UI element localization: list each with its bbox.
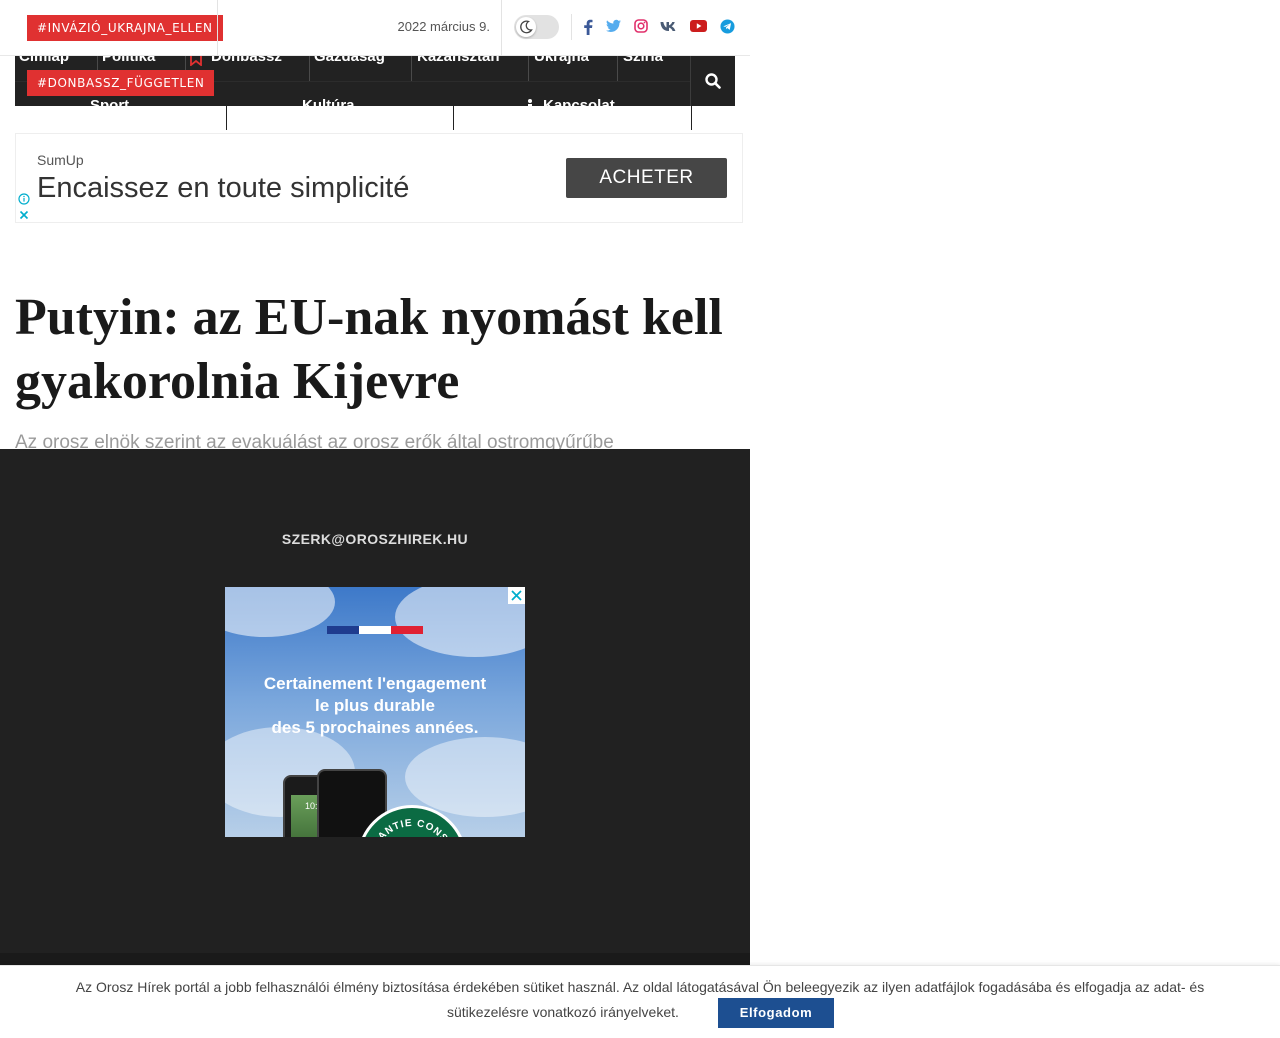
cookie-message: Az Orosz Hírek portál a jobb felhasználó… <box>75 979 1205 995</box>
vk-icon[interactable] <box>660 19 676 35</box>
ad-cloud <box>225 587 335 637</box>
french-flag <box>327 621 423 634</box>
ad-copy-line: Certainement l'engagement <box>263 674 487 693</box>
nav-divider <box>309 56 310 81</box>
ad-brand: SumUp <box>37 152 84 168</box>
ad-headline: Encaissez en toute simplicité <box>37 172 410 204</box>
trending-tag[interactable]: #invázió_ukrajna_ellen <box>27 15 223 41</box>
advertisement-banner[interactable]: SumUp Encaissez en toute simplicité ACHE… <box>15 133 743 223</box>
seal-text: GARANTIE CONSTRUCTEUR <box>360 808 457 837</box>
instagram-icon[interactable] <box>634 19 650 35</box>
article-title: Putyin: az EU-nak nyomást kell gyakoroln… <box>15 289 723 410</box>
ad-cta-button[interactable]: ACHETER <box>566 158 727 198</box>
advertisement-box[interactable]: Certainement l'engagement le plus durabl… <box>225 587 525 837</box>
nav-divider <box>453 82 454 130</box>
top-bar: #invázió_ukrajna_ellen 2022 március 9. <box>0 0 750 56</box>
current-date: 2022 március 9. <box>397 19 491 34</box>
nav-divider <box>226 82 227 130</box>
contact-email-link[interactable]: SZERK@OROSZHIREK.HU <box>0 531 750 547</box>
nav-divider <box>617 56 618 81</box>
nav-item-kapcsolat[interactable]: Kapcsolat <box>543 97 615 114</box>
nav-item-sport[interactable]: Sport <box>90 97 129 114</box>
search-button[interactable] <box>690 56 735 106</box>
facebook-icon[interactable] <box>583 19 599 35</box>
ad-close-button[interactable] <box>508 587 525 604</box>
topbar-divider <box>571 14 572 40</box>
info-icon <box>527 99 533 118</box>
cookie-accept-button[interactable]: Elfogadom <box>718 998 834 1028</box>
search-icon <box>705 73 721 94</box>
topbar-divider <box>501 0 502 56</box>
toggle-knob <box>516 17 536 37</box>
nav-divider <box>411 56 412 81</box>
site-footer: SZERK@OROSZHIREK.HU Certainement l'engag… <box>0 449 750 953</box>
nav-divider <box>528 56 529 81</box>
topbar-divider <box>217 0 218 56</box>
ad-copy-line: le plus durable <box>315 696 435 715</box>
twitter-icon[interactable] <box>606 19 622 35</box>
nav-item-kultura[interactable]: Kultúra <box>302 97 355 114</box>
cookie-consent-bar: Az Orosz Hírek portál a jobb felhasználó… <box>0 965 1280 1038</box>
ad-cloud <box>405 737 525 817</box>
page: Címlap Politika Donbassz Gazdaság Kazahs… <box>0 0 1280 1038</box>
dark-mode-toggle[interactable] <box>514 15 559 39</box>
close-icon <box>511 590 522 601</box>
ad-copy: Certainement l'engagement le plus durabl… <box>225 673 525 739</box>
ad-copy-line: des 5 prochaines années. <box>271 718 479 737</box>
telegram-icon[interactable] <box>720 19 736 35</box>
trending-tag[interactable]: #donbassz_független <box>27 70 215 96</box>
svg-text:GARANTIE CONSTRUCTEUR: GARANTIE CONSTRUCTEUR <box>360 808 458 837</box>
ad-close-icon[interactable] <box>18 208 30 226</box>
youtube-icon[interactable] <box>690 19 707 35</box>
cookie-message: sütikezelésre vonatkozó irányelveket. <box>447 1004 679 1020</box>
warranty-seal: GARANTIE CONSTRUCTEUR <box>357 805 467 837</box>
